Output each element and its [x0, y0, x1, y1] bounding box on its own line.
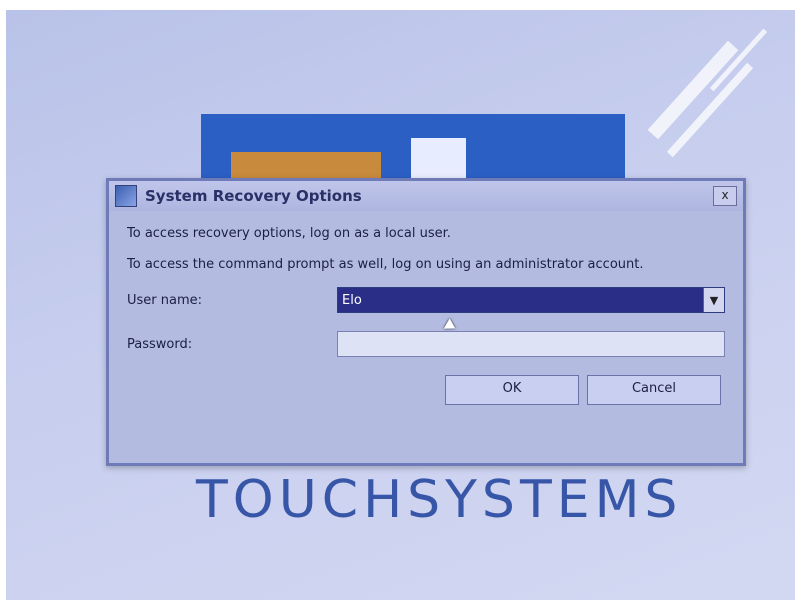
dialog-buttons: OK Cancel: [127, 375, 721, 405]
recovery-info-text: To access recovery options, log on as a …: [127, 226, 451, 241]
system-recovery-dialog: System Recovery Options x To access reco…: [106, 178, 746, 466]
admin-info-text: To access the command prompt as well, lo…: [127, 257, 644, 272]
password-field[interactable]: [337, 331, 725, 357]
username-label: User name:: [127, 292, 203, 308]
cancel-button[interactable]: Cancel: [587, 375, 721, 405]
password-row: Password:: [127, 331, 725, 357]
username-value: Elo: [342, 292, 362, 308]
dialog-titlebar: System Recovery Options x: [109, 181, 743, 211]
dialog-title: System Recovery Options: [145, 187, 362, 205]
dialog-body: To access recovery options, log on as a …: [109, 211, 743, 419]
ok-button[interactable]: OK: [445, 375, 579, 405]
username-row: User name: Elo ▼: [127, 287, 725, 313]
screen: System Recovery Options x To access reco…: [6, 10, 795, 600]
chevron-down-icon[interactable]: ▼: [703, 288, 724, 312]
brand-text: TOUCHSYSTEMS: [196, 470, 683, 530]
close-button[interactable]: x: [713, 186, 737, 206]
username-select[interactable]: Elo ▼: [337, 287, 725, 313]
password-label: Password:: [127, 336, 193, 352]
system-recovery-icon: [115, 185, 137, 207]
